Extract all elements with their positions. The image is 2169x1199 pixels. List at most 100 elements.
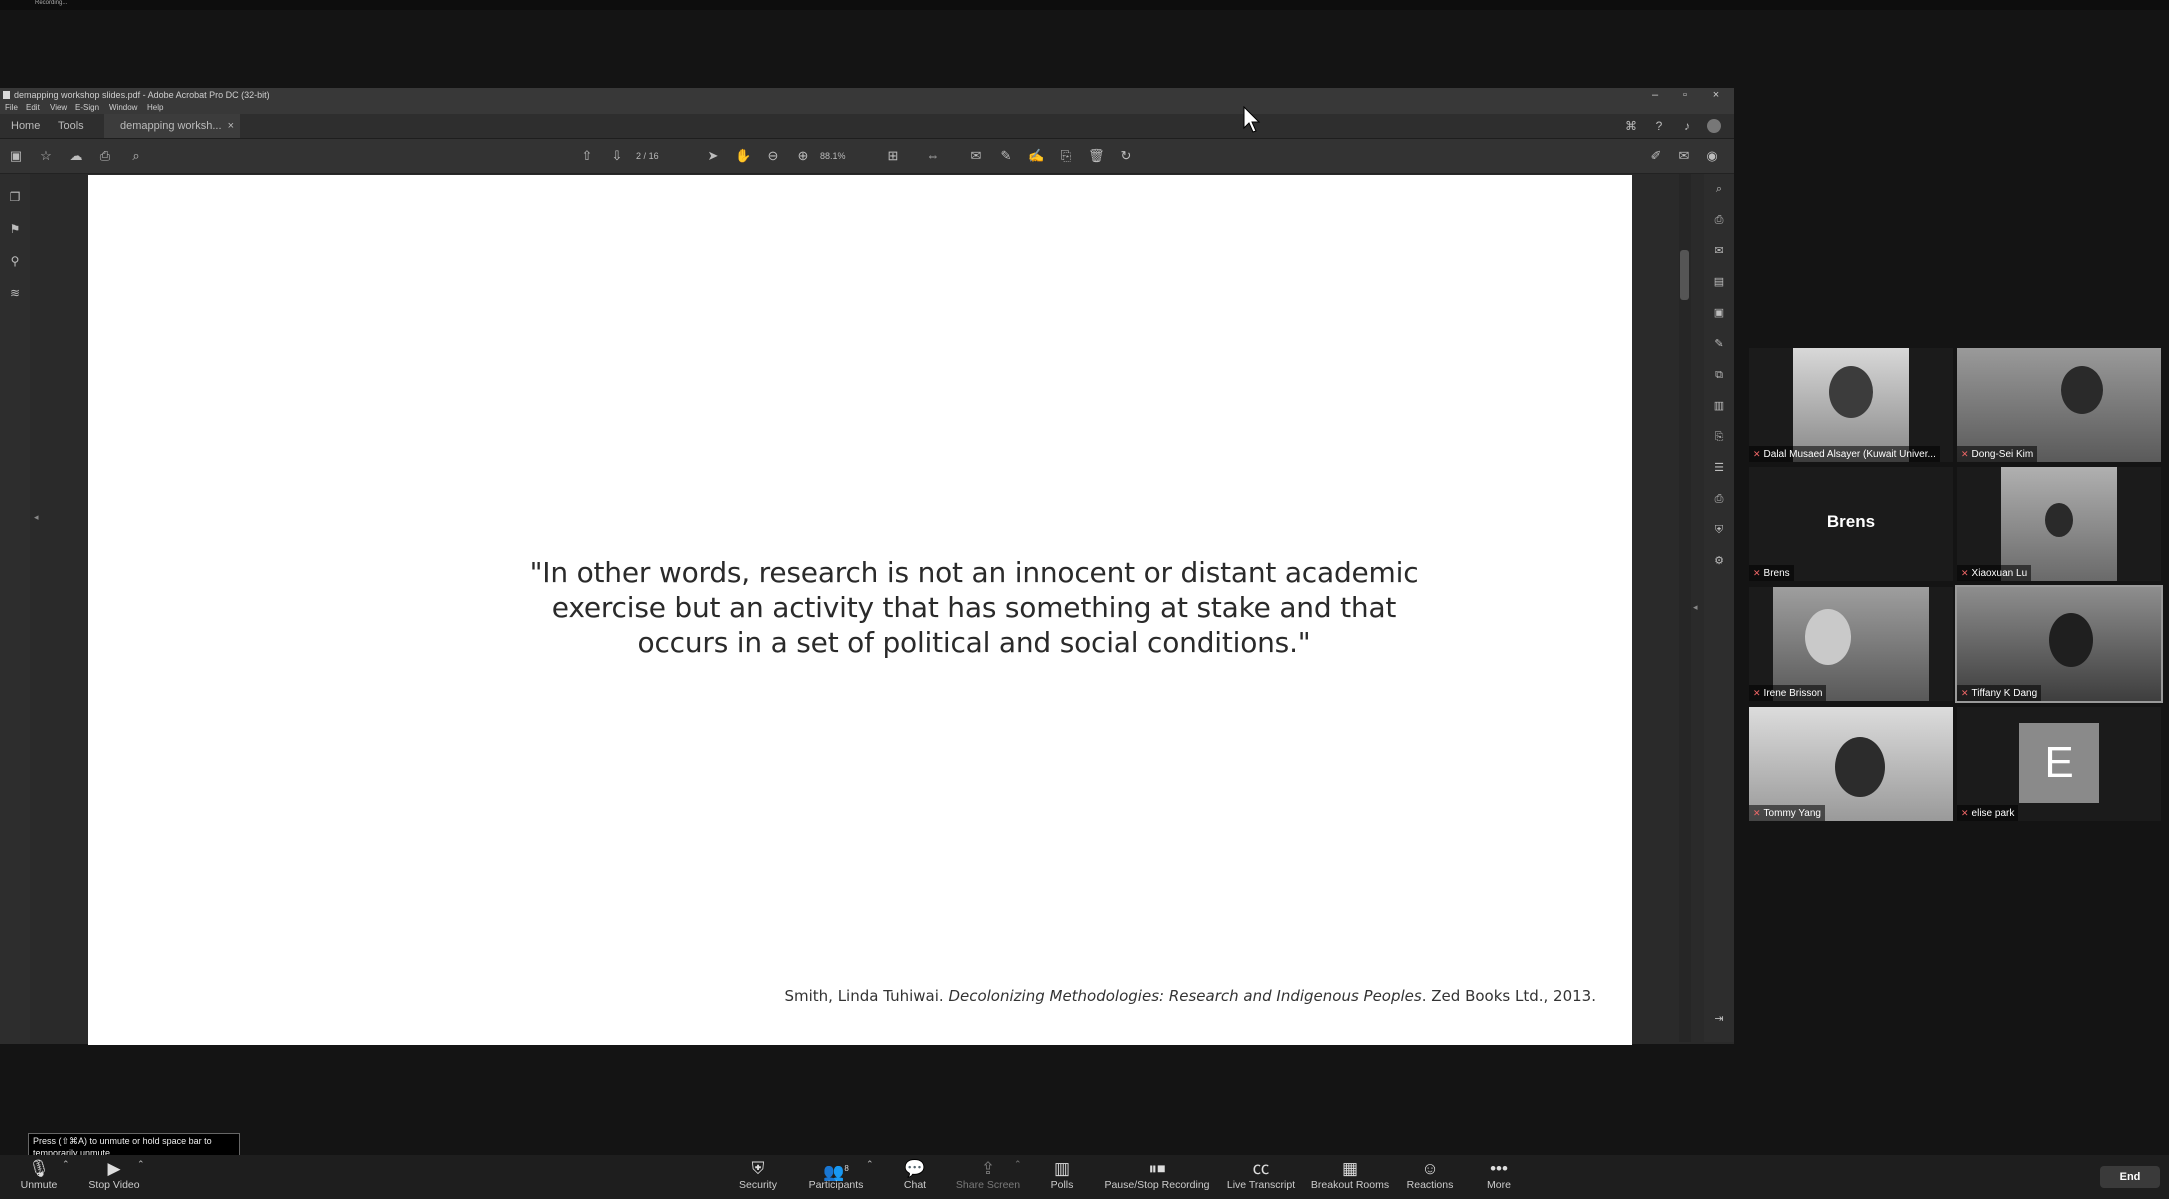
menu-file[interactable]: File [5, 102, 18, 114]
compress-pdf-icon[interactable]: ▥ [1712, 399, 1726, 413]
hand-tool-icon[interactable]: ✋ [735, 148, 751, 164]
participant-tile[interactable]: ✕ Irene Brisson [1749, 587, 1953, 701]
tab-home[interactable]: Home [11, 114, 40, 138]
vertical-scrollbar[interactable] [1679, 174, 1691, 1042]
help-icon[interactable]: ? [1652, 119, 1666, 133]
combine-files-icon[interactable]: ⧉ [1712, 368, 1726, 382]
more-tools-icon[interactable]: ⚙ [1712, 554, 1726, 568]
layers-icon[interactable]: ≋ [8, 286, 22, 300]
fill-sign-icon[interactable]: ✐ [1648, 148, 1664, 164]
print-icon[interactable]: ⎙ [97, 148, 113, 164]
share-options-caret-icon[interactable]: ⌃ [1014, 1159, 1022, 1170]
video-options-caret-icon[interactable]: ⌃ [137, 1159, 145, 1170]
unmute-button[interactable]: 🎙 Unmute [14, 1155, 64, 1199]
menu-window[interactable]: Window [109, 102, 137, 114]
more-button[interactable]: ••• More [1474, 1155, 1524, 1199]
share-screen-icon[interactable]: ⌘ [1624, 119, 1638, 133]
star-icon[interactable]: ☆ [38, 148, 54, 164]
account-icon[interactable]: ◉ [1704, 148, 1720, 164]
comment-tool-icon[interactable]: ✉ [1712, 244, 1726, 258]
menu-view[interactable]: View [50, 102, 67, 114]
menu-help[interactable]: Help [147, 102, 163, 114]
scrollbar-thumb[interactable] [1680, 250, 1689, 300]
highlight-icon[interactable]: ✎ [998, 148, 1014, 164]
page-number-field[interactable]: 2 / 16 [636, 149, 690, 163]
participant-tile[interactable]: ✕ Xiaoxuan Lu [1957, 467, 2161, 581]
save-icon[interactable]: ▣ [8, 148, 24, 164]
zoom-tool-icon[interactable]: ⌕ [1712, 182, 1726, 196]
participant-tile[interactable]: Brens ✕ Brens [1749, 467, 1953, 581]
bell-icon[interactable]: ♪ [1680, 119, 1694, 133]
live-transcript-button[interactable]: ㏄ Live Transcript [1222, 1155, 1300, 1199]
stamp-icon[interactable]: ⎘ [1058, 148, 1074, 164]
participants-caret-icon[interactable]: ⌃ [866, 1159, 874, 1170]
tab-document[interactable]: demapping worksh... × [104, 114, 240, 138]
shield-icon: ⛨ [751, 1159, 765, 1178]
zoom-in-icon[interactable]: ⊕ [795, 148, 811, 164]
participants-button[interactable]: 👥8 Participants [805, 1155, 867, 1199]
menu-esign[interactable]: E-Sign [75, 102, 99, 114]
create-pdf-icon[interactable]: ▣ [1712, 306, 1726, 320]
security-button[interactable]: ⛨ Security [733, 1155, 783, 1199]
scroll-mode-icon[interactable]: ⇔ [925, 148, 941, 164]
participant-tile[interactable]: ✕ Tommy Yang [1749, 707, 1953, 821]
zoom-meeting-toolbar: 🎙 Unmute ⌃ ▶ Stop Video ⌃ ⛨ Security 👥8 … [0, 1155, 2169, 1199]
pdf-slide-page: "In other words, research is not an inno… [88, 175, 1632, 1045]
edit-pdf-icon[interactable]: ✎ [1712, 337, 1726, 351]
audio-options-caret-icon[interactable]: ⌃ [62, 1159, 70, 1170]
account-avatar-icon[interactable] [1707, 119, 1721, 133]
export-pdf-icon[interactable]: ⎙ [1712, 213, 1726, 227]
print-production-icon[interactable]: ⎙ [1712, 492, 1726, 506]
minimize-button[interactable]: – [1641, 88, 1669, 102]
rotate-icon[interactable]: ↻ [1118, 148, 1134, 164]
participant-tile[interactable]: E ✕ elise park [1957, 707, 2161, 821]
participant-display-name: Brens [1826, 512, 1876, 531]
search-icon[interactable]: ⌕ [128, 148, 144, 164]
recording-indicator: Recording... [35, 0, 68, 6]
maximize-button[interactable]: ▫ [1671, 88, 1699, 102]
end-meeting-button[interactable]: End [2100, 1166, 2160, 1188]
delete-icon[interactable]: 🗑 [1088, 148, 1105, 164]
left-navigation-pane: ❐ ⚑ ⚲ ≋ [0, 174, 30, 1044]
left-pane-collapse-icon[interactable]: ◂ [34, 512, 42, 524]
unmute-label: Unmute [20, 1179, 58, 1191]
participant-head [1829, 366, 1873, 418]
close-window-button[interactable]: × [1702, 88, 1730, 102]
stop-video-label: Stop Video [88, 1179, 140, 1191]
zoom-level-select[interactable]: 88.1% [820, 149, 872, 163]
upload-cloud-icon[interactable]: ☁ [68, 148, 84, 164]
participant-tile[interactable]: ✕ Dong-Sei Kim [1957, 348, 2161, 462]
zoom-out-icon[interactable]: ⊖ [765, 148, 781, 164]
fit-page-icon[interactable]: ⊞ [885, 148, 901, 164]
reactions-button[interactable]: ☺ Reactions [1402, 1155, 1458, 1199]
window-title: demapping workshop slides.pdf - Adobe Ac… [14, 90, 270, 100]
expand-pane-icon[interactable]: ⇥ [1712, 1012, 1726, 1026]
organize-pages-icon[interactable]: ▤ [1712, 275, 1726, 289]
chat-button[interactable]: 💬 Chat [890, 1155, 940, 1199]
participant-tile-active-speaker[interactable]: ✕ Tiffany K Dang [1955, 585, 2163, 703]
bookmark-icon[interactable]: ⚑ [8, 222, 22, 236]
bar-chart-icon: ▥ [1053, 1159, 1071, 1178]
page-up-icon[interactable]: ⇧ [579, 148, 595, 164]
draw-icon[interactable]: ✍ [1028, 148, 1044, 164]
share-screen-button[interactable]: ⇪ Share Screen [953, 1155, 1023, 1199]
breakout-rooms-button[interactable]: ▦ Breakout Rooms [1308, 1155, 1392, 1199]
page-thumbnails-icon[interactable]: ❐ [8, 190, 22, 204]
right-pane-collapse-icon[interactable]: ◂ [1693, 602, 1701, 614]
stop-video-button[interactable]: ▶ Stop Video [84, 1155, 144, 1199]
tab-close-icon[interactable]: × [228, 114, 234, 138]
comment-list-icon[interactable]: ☰ [1712, 461, 1726, 475]
email-icon[interactable]: ✉ [1676, 148, 1692, 164]
participant-tile[interactable]: ✕ Dalal Musaed Alsayer (Kuwait Univer... [1749, 348, 1953, 462]
attachment-icon[interactable]: ⚲ [8, 254, 22, 268]
participant-name: ✕ Tommy Yang [1749, 805, 1825, 821]
page-down-icon[interactable]: ⇩ [609, 148, 625, 164]
polls-button[interactable]: ▥ Polls [1037, 1155, 1087, 1199]
menu-edit[interactable]: Edit [26, 102, 40, 114]
tab-tools[interactable]: Tools [58, 114, 84, 138]
protect-icon[interactable]: ⛨ [1712, 523, 1726, 537]
select-cursor-icon[interactable]: ➤ [705, 148, 721, 164]
comment-icon[interactable]: ✉ [968, 148, 984, 164]
pause-stop-recording-button[interactable]: ⏸⏹ Pause/Stop Recording [1102, 1155, 1212, 1199]
send-for-review-icon[interactable]: ⎘ [1712, 430, 1726, 444]
